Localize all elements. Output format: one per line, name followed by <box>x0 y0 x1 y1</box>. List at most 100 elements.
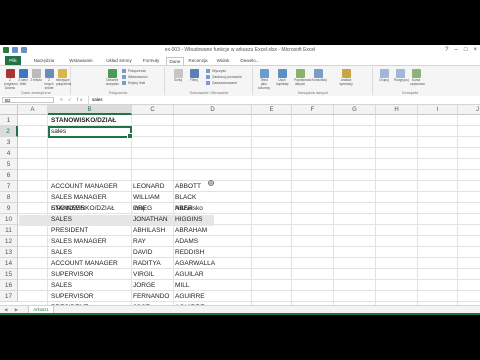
column-header-i[interactable]: I <box>418 105 458 115</box>
row-header-2[interactable]: 2 <box>0 126 18 137</box>
edit-links-button[interactable]: Edytuj linki <box>122 81 145 85</box>
row-header-11[interactable]: 11 <box>0 225 18 236</box>
from-access-button[interactable]: Z programu Access <box>4 69 18 90</box>
row-header-13[interactable]: 13 <box>0 247 18 258</box>
table-cell-position[interactable]: PRESIDENT <box>51 225 88 236</box>
sort-button[interactable]: Sortuj <box>172 69 184 86</box>
row-header-5[interactable]: 5 <box>0 159 18 170</box>
row-header-10[interactable]: 10 <box>0 214 18 225</box>
row-header-7[interactable]: 7 <box>0 181 18 192</box>
minimize-icon[interactable]: – <box>455 47 458 53</box>
consolidate-button[interactable]: Konsoliduj <box>312 69 327 86</box>
table-cell-last-name[interactable]: ABER <box>175 203 193 214</box>
column-header-b[interactable]: B <box>48 105 132 115</box>
row-header-6[interactable]: 6 <box>0 170 18 181</box>
table-cell-first-name[interactable]: ABHILASH <box>133 225 165 236</box>
from-web-button[interactable]: Z sieci Web <box>17 69 29 86</box>
filter-button[interactable]: Filtruj <box>188 69 200 86</box>
table-cell-position[interactable]: ENGINEER <box>51 203 85 214</box>
row-header-15[interactable]: 15 <box>0 269 18 280</box>
table-cell-position[interactable]: SUPERVISOR <box>51 269 94 280</box>
table-cell-position[interactable]: SALES MANAGER <box>51 192 107 203</box>
advanced-button[interactable]: Zaawansowane <box>206 81 237 85</box>
worksheet-grid[interactable]: ABCDEFGHIJK 1234567891011121314151617 ST… <box>0 105 480 311</box>
table-cell-position[interactable]: SUPERVISOR <box>51 291 94 302</box>
table-cell-last-name[interactable]: BLACK <box>175 192 196 203</box>
row-header-3[interactable]: 3 <box>0 137 18 148</box>
column-header-e[interactable]: E <box>252 105 292 115</box>
table-cell-first-name[interactable]: FERNANDO <box>133 291 169 302</box>
row-header-17[interactable]: 17 <box>0 291 18 302</box>
row-header-4[interactable]: 4 <box>0 148 18 159</box>
table-cell-first-name[interactable]: RAY <box>133 236 146 247</box>
table-cell-position[interactable]: SALES <box>51 280 72 291</box>
table-cell-first-name[interactable]: LEONARD <box>133 181 164 192</box>
table-cell-first-name[interactable]: VIRGIL <box>133 269 154 280</box>
formula-input[interactable]: sales <box>88 96 478 104</box>
row-header-12[interactable]: 12 <box>0 236 18 247</box>
column-header-j[interactable]: J <box>458 105 480 115</box>
criteria-header-cell[interactable]: STANOWISKO/DZIAŁ <box>51 115 116 126</box>
tab-insert[interactable]: Wstawianie <box>66 57 96 65</box>
tab-view[interactable]: Widok <box>214 57 232 65</box>
from-other-sources-button[interactable]: Z innych źródeł <box>43 69 55 90</box>
subtotal-button[interactable]: Suma częściowa <box>410 69 425 86</box>
tab-developer[interactable]: Dewelo... <box>236 57 264 65</box>
ungroup-button[interactable]: Rozgrupuj <box>394 69 409 86</box>
table-cell-first-name[interactable]: RADITYA <box>133 258 161 269</box>
fx-icon[interactable]: × ✓ fx <box>60 97 84 103</box>
name-box[interactable]: B2 <box>2 97 54 103</box>
criteria-value-cell[interactable]: sales <box>51 126 66 137</box>
table-cell-position[interactable]: ACCOUNT MANAGER <box>51 258 118 269</box>
tab-formulas[interactable]: Formuły <box>140 57 162 65</box>
table-cell-last-name[interactable]: ABBOTT <box>175 181 201 192</box>
table-cell-last-name[interactable]: AGUILAR <box>175 269 204 280</box>
table-cell-position[interactable]: ACCOUNT MANAGER <box>51 181 118 192</box>
row-header-1[interactable]: 1 <box>0 115 18 126</box>
table-cell-last-name[interactable]: MILL <box>175 280 189 291</box>
row-header-14[interactable]: 14 <box>0 258 18 269</box>
table-cell-first-name[interactable]: JONATHAN <box>133 214 168 225</box>
maximize-icon[interactable]: □ <box>464 47 468 53</box>
table-cell-last-name[interactable]: HIGGINS <box>175 214 202 225</box>
table-cell-first-name[interactable]: JORGE <box>133 280 155 291</box>
table-cell-last-name[interactable]: ADAMS <box>175 236 198 247</box>
help-icon[interactable]: ? <box>445 47 448 53</box>
existing-connections-button[interactable]: Istniejące połączenia <box>56 69 71 86</box>
properties-button[interactable]: Właściwości <box>122 75 148 79</box>
tab-file[interactable]: Plik <box>5 56 21 65</box>
tab-home[interactable]: Narzędzia główne <box>26 57 62 71</box>
column-header-f[interactable]: F <box>292 105 334 115</box>
column-header-g[interactable]: G <box>334 105 376 115</box>
reapply-button[interactable]: Zastosuj ponownie <box>206 75 242 79</box>
column-header-d[interactable]: D <box>174 105 252 115</box>
from-text-button[interactable]: Z tekstu <box>30 69 42 86</box>
select-all-corner[interactable] <box>0 105 18 115</box>
tab-review[interactable]: Recenzja <box>186 57 210 65</box>
column-header-h[interactable]: H <box>376 105 418 115</box>
row-header-8[interactable]: 8 <box>0 192 18 203</box>
table-cell-last-name[interactable]: AGUIRRE <box>175 291 205 302</box>
row-header-16[interactable]: 16 <box>0 280 18 291</box>
tab-page-layout[interactable]: Układ strony <box>102 57 136 65</box>
column-header-c[interactable]: C <box>132 105 174 115</box>
refresh-all-button[interactable]: Odśwież wszystko <box>106 69 119 86</box>
column-header-a[interactable]: A <box>18 105 48 115</box>
table-cell-last-name[interactable]: REDDISH <box>175 247 204 258</box>
table-cell-first-name[interactable]: GREG <box>133 203 152 214</box>
fill-handle[interactable] <box>127 133 133 139</box>
table-cell-first-name[interactable]: DAVID <box>133 247 152 258</box>
text-to-columns-button[interactable]: Tekst jako kolumny <box>258 69 270 90</box>
data-validation-button[interactable]: Poprawność danych <box>294 69 312 86</box>
table-cell-position[interactable]: SALES MANAGER <box>51 236 107 247</box>
table-cell-last-name[interactable]: ABRAHAM <box>175 225 207 236</box>
what-if-analysis-button[interactable]: Analiza symulacji <box>336 69 356 86</box>
table-cell-last-name[interactable]: AGARWALLA <box>175 258 215 269</box>
close-icon[interactable]: × <box>473 47 477 53</box>
table-cell-first-name[interactable]: WILLIAM <box>133 192 160 203</box>
row-header-9[interactable]: 9 <box>0 203 18 214</box>
table-cell-position[interactable]: SALES <box>51 247 72 258</box>
remove-duplicates-button[interactable]: Usuń duplikaty <box>276 69 289 86</box>
connections-button[interactable]: Połączenia <box>122 69 146 73</box>
table-cell-position[interactable]: SALES <box>51 214 72 225</box>
